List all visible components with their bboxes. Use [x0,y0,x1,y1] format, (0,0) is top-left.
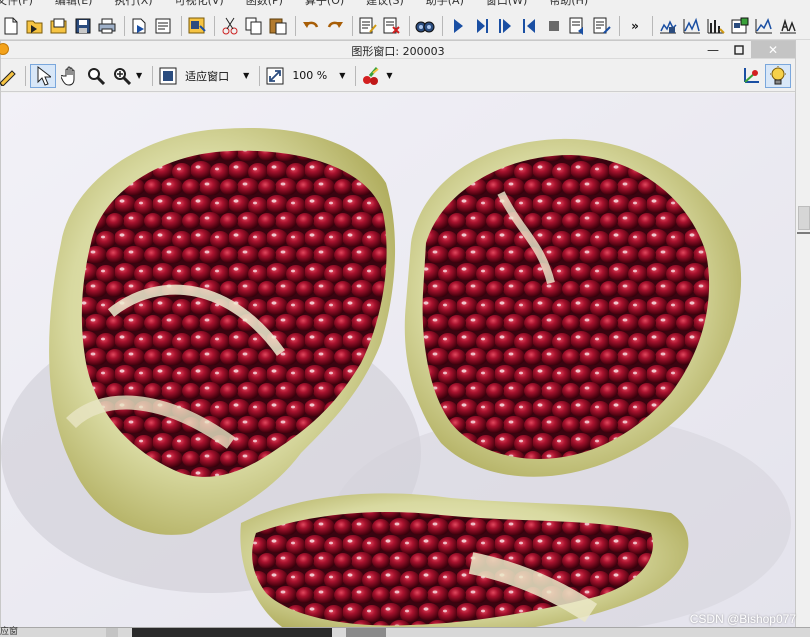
edit-line-icon[interactable] [357,15,379,37]
main-scrollbar[interactable] [797,40,810,637]
toolbar-separator [124,15,125,36]
find-icon[interactable] [414,15,436,37]
zoom-in-icon[interactable] [110,64,134,88]
toolbar-separator [152,65,154,86]
menu-assistants[interactable]: 助手(A) [426,0,464,8]
zoom-percent-dropdown-arrow-icon[interactable]: ▼ [339,71,345,80]
line-profile-icon[interactable] [681,15,703,37]
save-icon[interactable] [72,15,94,37]
graphics-window: 图形窗口: 200003 — ✕ ▼ 适应窗口 ▼ 100 % ▼ ▼ [0,40,796,637]
zoom-dropdown-arrow-icon[interactable]: ▼ [136,71,142,80]
more-toolbar-icon[interactable]: » [624,15,646,37]
color-dropdown-arrow-icon[interactable]: ▼ [386,71,392,80]
menu-edit[interactable]: 编辑(E) [55,0,93,8]
toolbar-separator [442,15,443,36]
menu-procedures[interactable]: 函数(P) [246,0,283,8]
zoom-percent-select[interactable]: 100 % [292,69,327,82]
step-into-icon[interactable] [495,15,517,37]
toolbar-separator [214,15,215,36]
close-button[interactable]: ✕ [751,41,795,58]
menu-operators[interactable]: 算子(O) [305,0,344,8]
minimize-button[interactable]: — [699,41,727,58]
hdevelop-window: 文件(F) 编辑(E) 执行(X) 可视化(V) 函数(P) 算子(O) 建议(… [0,0,810,637]
zoom-window-icon[interactable] [729,15,751,37]
step-out-icon[interactable] [519,15,541,37]
pointer-tool-icon[interactable] [30,63,56,88]
toolbar-separator [652,15,653,36]
library-icon[interactable] [186,15,208,37]
reset-variables-icon[interactable] [591,15,613,37]
toolbar-separator [619,15,620,36]
feature-histogram-icon[interactable] [705,15,727,37]
copy-icon[interactable] [243,15,265,37]
menu-suggestions[interactable]: 建议(S) [366,0,404,8]
zoom-mode-dropdown-arrow-icon[interactable]: ▼ [243,71,249,80]
bottom-tab-label[interactable]: 应窗 [0,628,18,637]
color-settings-icon[interactable] [360,64,382,88]
zoom-percent-icon[interactable] [264,64,286,88]
bottom-window-strip: 应窗 [0,627,810,637]
graphics-window-titlebar: 图形窗口: 200003 — ✕ [0,41,795,59]
toolbar-separator [259,65,261,86]
reset-program-icon[interactable] [567,15,589,37]
new-file-icon[interactable] [0,15,22,37]
open-file-icon[interactable] [24,15,46,37]
stop-icon[interactable] [543,15,565,37]
image-display-canvas[interactable] [1,93,795,637]
paste-icon[interactable] [267,15,289,37]
cut-icon[interactable] [219,15,241,37]
toolbar-separator [409,15,410,36]
run-icon[interactable] [447,15,469,37]
scrollbar-thumb[interactable] [798,206,810,230]
pan-hand-icon[interactable] [58,64,82,88]
graphics-toolbar: ▼ 适应窗口 ▼ 100 % ▼ ▼ [0,60,795,92]
watermark: CSDN @Bishop077 [689,612,796,626]
delete-line-icon[interactable] [381,15,403,37]
lightbulb-icon[interactable] [765,63,791,88]
maximize-button[interactable] [725,41,753,58]
gray-histogram-icon[interactable] [657,15,679,37]
draw-icon[interactable] [0,64,19,88]
toolbar-separator [25,65,26,86]
magnifier-icon[interactable] [84,64,108,88]
toolbar-separator [181,15,182,36]
open-recent-icon[interactable] [48,15,70,37]
program-window-icon[interactable] [153,15,175,37]
pomegranate-image [1,93,795,637]
inspect-icon[interactable] [753,15,775,37]
toolbar-separator [352,15,353,36]
menu-visualization[interactable]: 可视化(V) [175,0,224,8]
menu-bar: 文件(F) 编辑(E) 执行(X) 可视化(V) 函数(P) 算子(O) 建议(… [0,0,810,8]
redo-icon[interactable] [324,15,346,37]
main-toolbar: » [0,12,810,40]
step-over-icon[interactable] [471,15,493,37]
fit-window-icon[interactable] [157,64,179,88]
export-icon[interactable] [129,15,151,37]
menu-file[interactable]: 文件(F) [0,0,33,8]
bottom-tab-2[interactable] [32,628,92,637]
bottom-close-icon[interactable] [106,628,119,637]
toolbar-separator [295,15,296,36]
zoom-mode-select[interactable]: 适应窗口 [185,68,229,84]
undo-icon[interactable] [300,15,322,37]
bottom-tab-3[interactable] [346,628,387,637]
scrollbar-divider [797,232,810,234]
coordinate-axes-icon[interactable] [739,64,763,88]
menu-window[interactable]: 窗口(W) [486,0,527,8]
print-icon[interactable] [96,15,118,37]
menu-execute[interactable]: 执行(X) [114,0,152,8]
bottom-image-thumbnail [132,628,333,637]
measure-icon[interactable] [777,15,799,37]
toolbar-separator [355,65,357,86]
graphics-window-title: 图形窗口: 200003 [351,45,445,58]
menu-help[interactable]: 帮助(H) [549,0,588,8]
